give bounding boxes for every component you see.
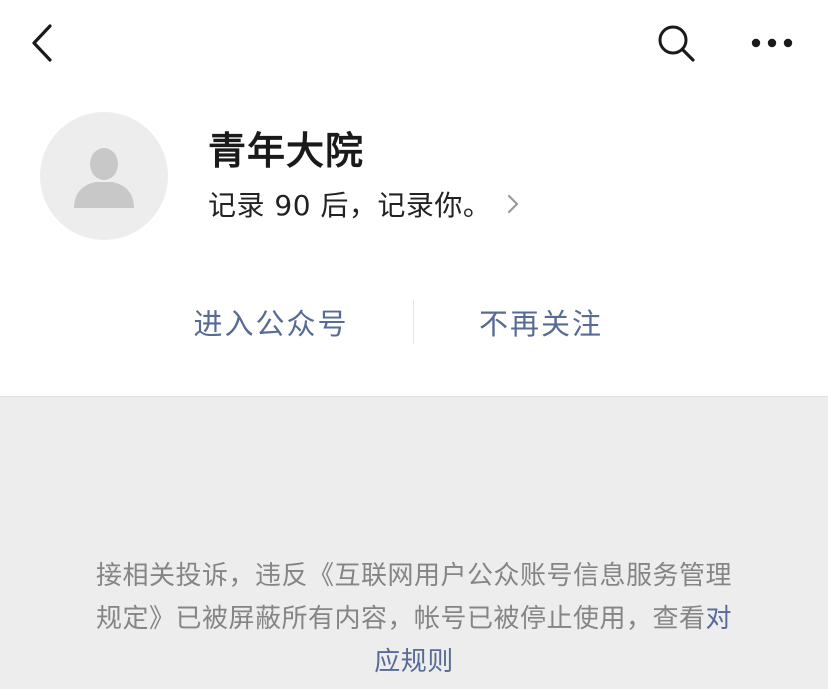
back-button[interactable] bbox=[26, 22, 62, 64]
account-name: 青年大院 bbox=[208, 129, 365, 173]
more-horizontal-icon bbox=[751, 38, 793, 48]
chevron-left-icon bbox=[32, 24, 52, 62]
unfollow-button[interactable]: 不再关注 bbox=[436, 292, 646, 352]
blocked-notice-text: 接相关投诉，违反《互联网用户公众账号信息服务管理规定》已被屏蔽所有内容，帐号已被… bbox=[95, 561, 732, 634]
account-bio: 记录 90 后，记录你。 bbox=[208, 189, 492, 222]
account-bio-row[interactable]: 记录 90 后，记录你。 bbox=[208, 182, 521, 226]
avatar[interactable] bbox=[40, 112, 168, 240]
action-divider bbox=[413, 300, 414, 344]
blocked-notice: 接相关投诉，违反《互联网用户公众账号信息服务管理规定》已被屏蔽所有内容，帐号已被… bbox=[84, 555, 744, 684]
more-button[interactable] bbox=[748, 26, 796, 60]
account-profile: 青年大院 记录 90 后，记录你。 bbox=[0, 100, 828, 260]
top-bar bbox=[0, 0, 828, 90]
default-user-avatar-icon bbox=[74, 148, 134, 208]
chevron-right-icon bbox=[508, 194, 519, 214]
notice-area: 接相关投诉，违反《互联网用户公众账号信息服务管理规定》已被屏蔽所有内容，帐号已被… bbox=[0, 396, 828, 689]
action-bar: 进入公众号 不再关注 bbox=[0, 292, 828, 352]
enter-official-account-button[interactable]: 进入公众号 bbox=[150, 292, 392, 352]
search-button[interactable] bbox=[655, 22, 697, 64]
search-icon bbox=[658, 25, 695, 62]
